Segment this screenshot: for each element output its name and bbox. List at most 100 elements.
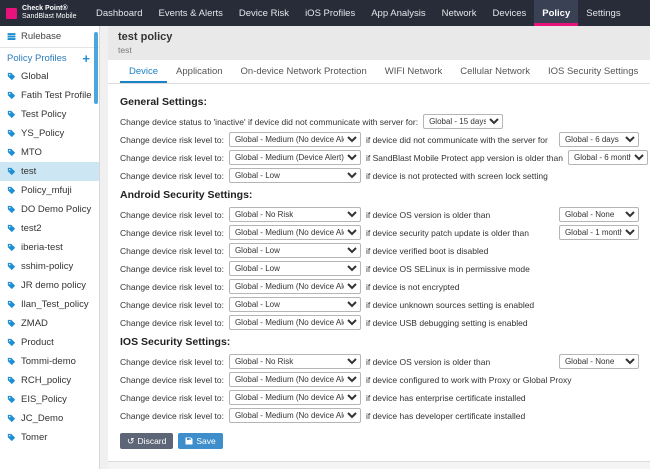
sidebar-item-product[interactable]: Product <box>0 333 99 352</box>
topnav-items: Dashboard Events & Alerts Device Risk iOS P… <box>88 0 629 26</box>
condition-value-select[interactable]: Global - None <box>558 354 639 369</box>
section-ios-security-settings: IOS Security Settings: Change device risk… <box>120 336 650 423</box>
condition-value-select[interactable]: Global - None <box>558 207 639 222</box>
risk-level-select[interactable]: Global - Medium (No device Alert) <box>228 372 361 387</box>
sidebar-item-ys-policy[interactable]: YS_Policy <box>0 124 99 143</box>
section-title: Android Security Settings: <box>120 189 253 201</box>
tag-icon <box>7 243 16 252</box>
tab-cellular-network[interactable]: Cellular Network <box>451 60 539 83</box>
nav-item-network[interactable]: Network <box>434 0 485 26</box>
setting-label: Change device risk level to: <box>120 299 224 310</box>
sidebar-item-sshim-policy[interactable]: sshim-policy <box>0 257 99 276</box>
section-title: IOS Security Settings: <box>120 336 231 348</box>
nav-item-events-alerts[interactable]: Events & Alerts <box>150 0 230 26</box>
setting-label: Change device risk level to: <box>120 263 224 274</box>
sidebar-item-fatih-test-profile[interactable]: Fatih Test Profile <box>0 86 99 105</box>
condition-value-select[interactable]: Global - 6 months <box>567 150 648 165</box>
sidebar-scrollbar-thumb[interactable] <box>94 32 98 104</box>
setting-row: Change device risk level to: Global - Med… <box>120 132 650 147</box>
tag-icon <box>7 414 16 423</box>
sidebar-item-rch-policy[interactable]: RCH_policy <box>0 371 99 390</box>
condition-label: if SandBlast Mobile Protect app version … <box>365 152 563 163</box>
sidebar-item-test[interactable]: test <box>0 162 99 181</box>
setting-row: Change device risk level to: Global - Med… <box>120 315 650 330</box>
sidebar-item-tommi-demo[interactable]: Tommi-demo <box>0 352 99 371</box>
actions-bar: ↺ Discard Save <box>120 433 650 449</box>
risk-level-select[interactable]: Global - Medium (No device Alert) <box>228 132 361 147</box>
sidebar-item-jc-demo[interactable]: JC_Demo <box>0 409 99 428</box>
sidebar-item-policy-mfuji[interactable]: Policy_mfuji <box>0 181 99 200</box>
setting-row: Change device risk level to: Global - Low… <box>120 168 650 183</box>
condition-label: if device OS version is older than <box>365 209 491 220</box>
risk-level-select[interactable]: Global - Medium (No device Alert) <box>228 408 361 423</box>
tab-ios-security-settings[interactable]: IOS Security Settings <box>539 60 647 83</box>
risk-level-select[interactable]: Global - Medium (No device Alert) <box>228 315 361 330</box>
nav-item-policy[interactable]: Policy <box>534 0 579 26</box>
setting-label: Change device risk level to: <box>120 281 224 292</box>
brand-text: Check Point® SandBlast Mobile <box>22 5 76 21</box>
tag-icon <box>7 319 16 328</box>
sidebar-item-zmad[interactable]: ZMAD <box>0 314 99 333</box>
status-duration-select[interactable]: Global - 15 days <box>423 114 504 129</box>
condition-label: if device OS version is older than <box>365 356 491 367</box>
tab-wifi-network[interactable]: WIFI Network <box>376 60 452 83</box>
risk-level-select[interactable]: Global - Low <box>228 168 361 183</box>
sidebar-item-ilan-test-policy[interactable]: Ilan_Test_policy <box>0 295 99 314</box>
section-android-security-settings: Android Security Settings: Change device … <box>120 189 650 330</box>
nav-item-app-analysis[interactable]: App Analysis <box>363 0 433 26</box>
condition-label: if device is not protected with screen l… <box>365 170 548 181</box>
risk-level-select[interactable]: Global - No Risk <box>228 354 361 369</box>
nav-item-settings[interactable]: Settings <box>578 0 628 26</box>
risk-level-select[interactable]: Global - Low <box>228 261 361 276</box>
setting-label: Change device risk level to: <box>120 317 224 328</box>
topnav: Check Point® SandBlast Mobile Dashboard E… <box>0 0 650 26</box>
tag-icon <box>7 300 16 309</box>
risk-level-select[interactable]: Global - Low <box>228 297 361 312</box>
body: Rulebase Policy Profiles + Global Fatih T… <box>0 26 650 469</box>
discard-button[interactable]: ↺ Discard <box>120 433 174 449</box>
sidebar: Rulebase Policy Profiles + Global Fatih T… <box>0 26 100 469</box>
sidebar-item-jr-demo-policy[interactable]: JR demo policy <box>0 276 99 295</box>
condition-label: if device has developer certificate inst… <box>365 410 526 421</box>
nav-item-devices[interactable]: Devices <box>484 0 534 26</box>
condition-value-select[interactable]: Global - 6 days <box>558 132 639 147</box>
app: Check Point® SandBlast Mobile Dashboard E… <box>0 0 650 469</box>
tab-on-device-network-protection[interactable]: On-device Network Protection <box>232 60 376 83</box>
nav-item-device-risk[interactable]: Device Risk <box>231 0 297 26</box>
sidebar-item-do-demo-policy[interactable]: DO Demo Policy <box>0 200 99 219</box>
nav-item-ios-profiles[interactable]: iOS Profiles <box>297 0 363 26</box>
risk-level-select[interactable]: Global - No Risk <box>228 207 361 222</box>
sidebar-item-label: ZMAD <box>21 318 48 329</box>
risk-level-select[interactable]: Global - Medium (No device Alert) <box>228 390 361 405</box>
sidebar-item-tomer[interactable]: Tomer <box>0 428 99 447</box>
sidebar-item-test-policy[interactable]: Test Policy <box>0 105 99 124</box>
sidebar-item-eis-policy[interactable]: EIS_Policy <box>0 390 99 409</box>
nav-item-dashboard[interactable]: Dashboard <box>88 0 150 26</box>
setting-label: Change device risk level to: <box>120 410 224 421</box>
risk-level-select[interactable]: Global - Medium (Device Alert) <box>228 150 361 165</box>
sidebar-item-rulebase[interactable]: Rulebase <box>0 26 99 48</box>
risk-level-select[interactable]: Global - Low <box>228 243 361 258</box>
save-button[interactable]: Save <box>178 433 223 449</box>
condition-value-select[interactable]: Global - 1 months <box>558 225 639 240</box>
sidebar-item-iberia-test[interactable]: iberia-test <box>0 238 99 257</box>
tag-icon <box>7 186 16 195</box>
section-general-settings: General Settings: Change device status to… <box>120 96 650 183</box>
sidebar-item-global[interactable]: Global <box>0 67 99 86</box>
setting-row: Change device risk level to: Global - Med… <box>120 225 650 240</box>
tag-icon <box>7 205 16 214</box>
checkpoint-logo-icon <box>6 7 17 19</box>
add-profile-button[interactable]: + <box>80 52 92 65</box>
setting-label: Change device risk level to: <box>120 134 224 145</box>
page-header: test policy test <box>108 26 650 60</box>
risk-level-select[interactable]: Global - Medium (No device Alert) <box>228 225 361 240</box>
tag-icon <box>7 72 16 81</box>
tab-device[interactable]: Device <box>120 60 167 83</box>
sidebar-item-label: Policy_mfuji <box>21 185 72 196</box>
sidebar-item-mto[interactable]: MTO <box>0 143 99 162</box>
tag-icon <box>7 110 16 119</box>
tag-icon <box>7 395 16 404</box>
tab-application[interactable]: Application <box>167 60 231 83</box>
sidebar-item-test2[interactable]: test2 <box>0 219 99 238</box>
risk-level-select[interactable]: Global - Medium (No device Alert) <box>228 279 361 294</box>
